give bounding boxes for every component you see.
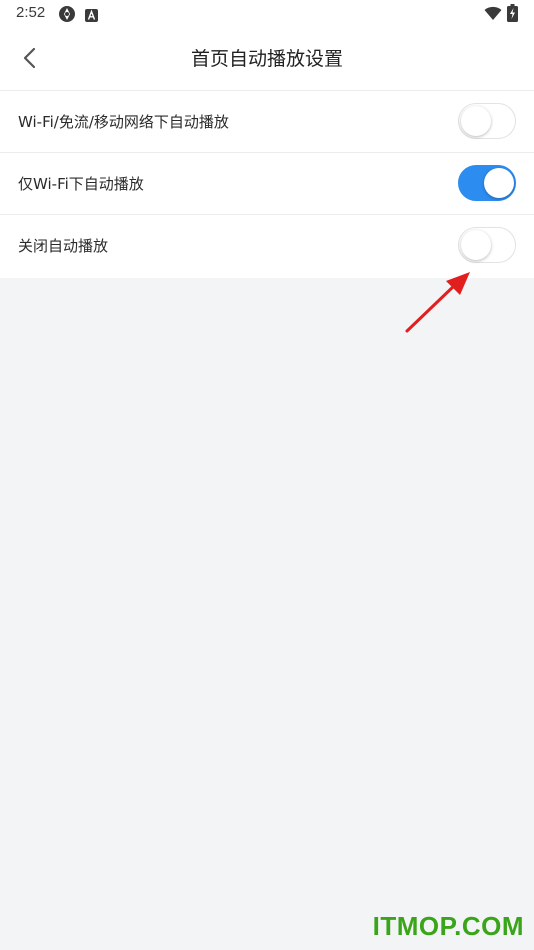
red-arrow-icon	[405, 272, 470, 333]
setting-label: 关闭自动播放	[18, 237, 109, 255]
settings-list: Wi-Fi/免流/移动网络下自动播放 仅Wi-Fi下自动播放 关闭自动播放	[0, 90, 534, 278]
toggle-knob	[460, 229, 491, 260]
setting-label: Wi-Fi/免流/移动网络下自动播放	[18, 113, 229, 131]
battery-charging-icon	[507, 4, 518, 26]
wifi-icon	[484, 6, 502, 25]
status-bar: 2:52	[0, 0, 534, 28]
disable-autoplay-toggle[interactable]	[458, 227, 516, 263]
toggle-knob	[483, 167, 514, 198]
a-app-icon	[85, 7, 98, 26]
cast-app-icon	[58, 5, 76, 27]
setting-row-wifi-and-mobile[interactable]: Wi-Fi/免流/移动网络下自动播放	[0, 91, 534, 153]
setting-label: 仅Wi-Fi下自动播放	[18, 175, 144, 193]
setting-row-wifi-only[interactable]: 仅Wi-Fi下自动播放	[0, 153, 534, 215]
autoplay-wifi-only-toggle[interactable]	[458, 165, 516, 201]
header-bar: 首页自动播放设置	[0, 28, 534, 90]
watermark-logo: ITMOP.COM	[372, 911, 524, 941]
toggle-knob	[460, 105, 491, 136]
status-time: 2:52	[16, 4, 46, 21]
page-title: 首页自动播放设置	[190, 48, 343, 70]
autoplay-all-networks-toggle[interactable]	[458, 103, 516, 139]
